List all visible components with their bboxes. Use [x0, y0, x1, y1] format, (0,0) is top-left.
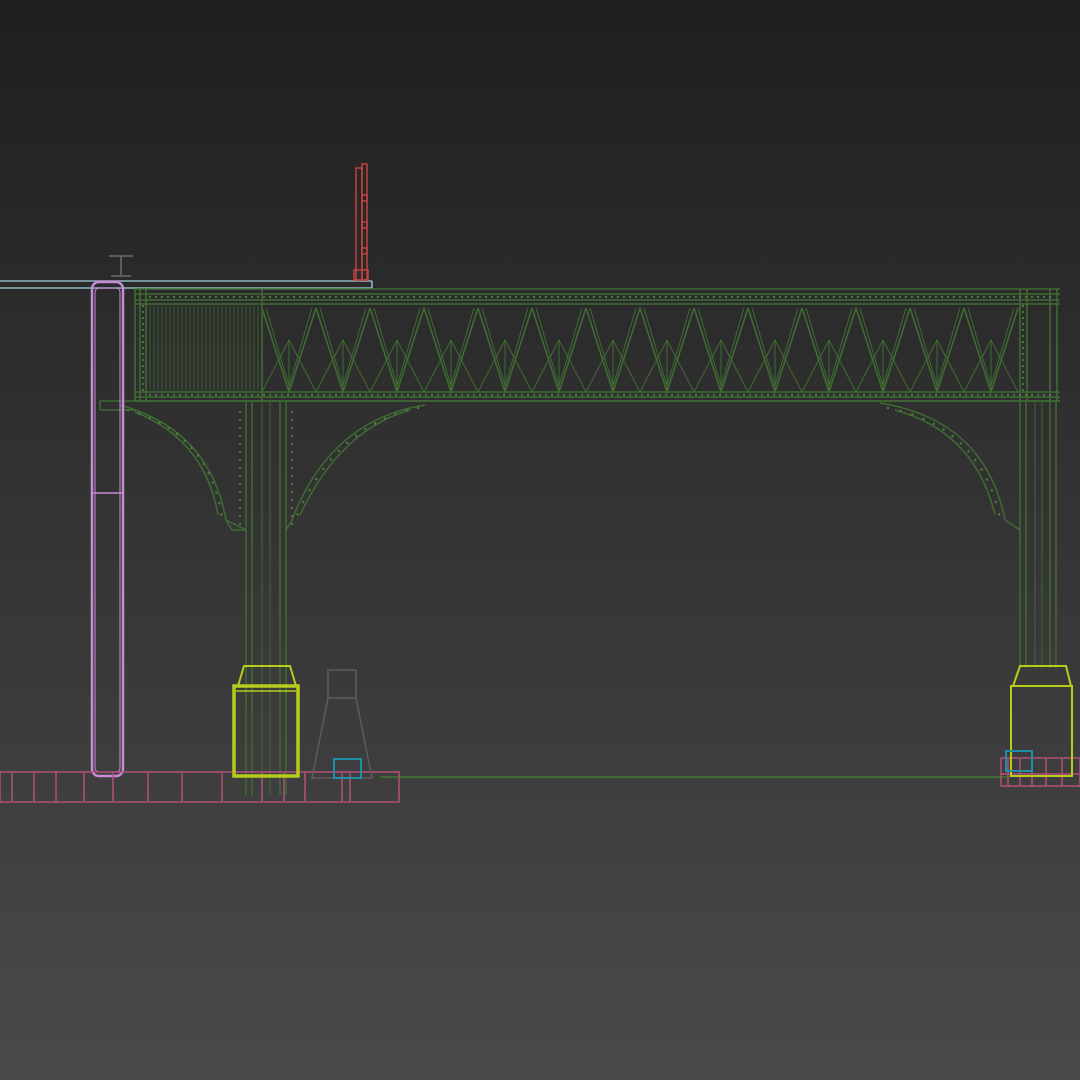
wireframe-scene[interactable]: [0, 0, 1080, 1080]
viewport-background: [0, 0, 1080, 1080]
wireframe-viewport[interactable]: [0, 0, 1080, 1080]
